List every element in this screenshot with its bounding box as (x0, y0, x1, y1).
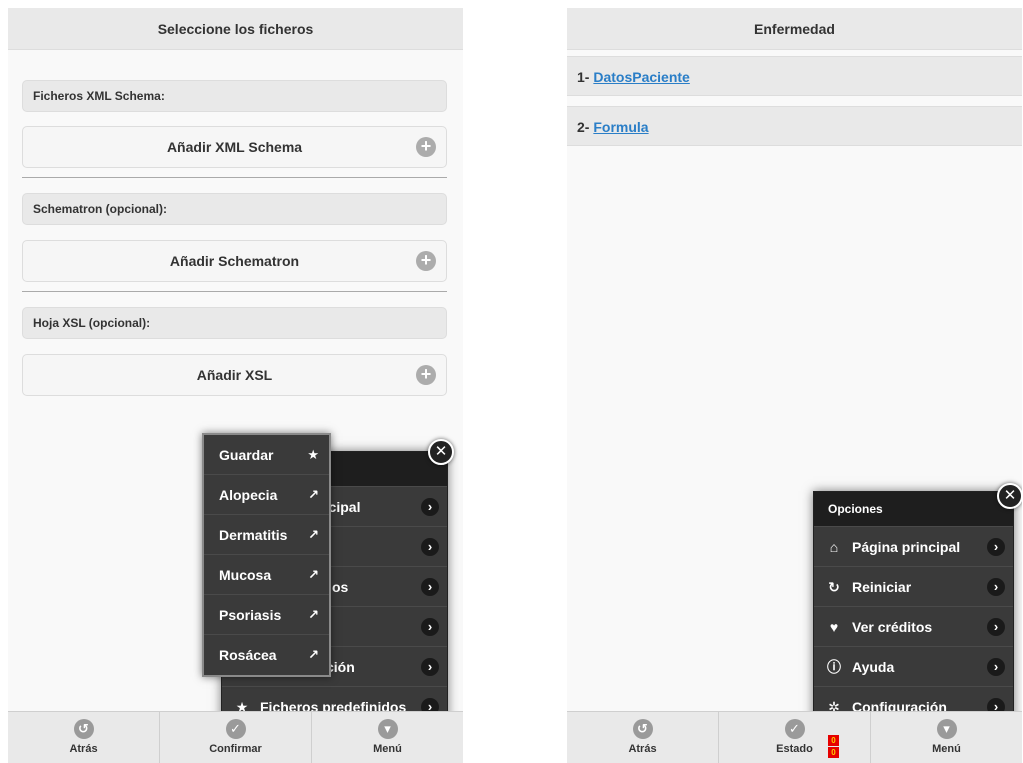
back-label: Atrás (69, 743, 98, 755)
file-selection-screen: Seleccione los ficheros Ficheros XML Sch… (8, 8, 463, 763)
confirm-label: Confirmar (209, 743, 262, 755)
popup-item-label: Rosácea (219, 647, 277, 663)
back-button[interactable]: ↺ Atrás (567, 712, 719, 763)
footer-nav: ↺ Atrás ✓ Estado 0 0 ▾ Menú (567, 711, 1022, 763)
menu-title: Opciones (814, 492, 1013, 526)
chevron-right-icon: › (987, 618, 1005, 636)
popup-item-psoriasis[interactable]: Psoriasis ↗ (204, 595, 329, 635)
chevron-right-icon: › (421, 658, 439, 676)
back-icon: ↺ (73, 719, 94, 739)
page-title: Seleccione los ficheros (8, 8, 463, 50)
chevron-right-icon: › (987, 538, 1005, 556)
menu-item-credits[interactable]: ♥ Ver créditos › (814, 606, 1013, 646)
popup-item-mucosa[interactable]: Mucosa ↗ (204, 555, 329, 595)
back-icon: ↺ (632, 719, 653, 739)
plus-icon: + (416, 365, 436, 385)
chevron-right-icon: › (421, 618, 439, 636)
external-link-icon: ↗ (308, 647, 319, 662)
predefined-files-popup: Guardar ★ Alopecia ↗ Dermatitis ↗ Mucosa… (202, 433, 331, 677)
menu-item-label: os (332, 579, 349, 595)
list-item: 2- Formula (567, 106, 1022, 146)
refresh-icon: ↻ (828, 579, 840, 595)
heart-icon: ♥ (829, 619, 839, 635)
popup-item-rosacea[interactable]: Rosácea ↗ (204, 635, 329, 675)
add-xml-schema-button[interactable]: Añadir XML Schema + (22, 126, 447, 168)
add-schematron-label: Añadir Schematron (169, 253, 300, 269)
xml-schema-label: Ficheros XML Schema: (22, 80, 447, 112)
footer-nav: ↺ Atrás ✓ Confirmar ▾ Menú (8, 711, 463, 763)
xsl-label: Hoja XSL (opcional): (22, 307, 447, 339)
external-link-icon: ↗ (308, 567, 319, 582)
add-xsl-label: Añadir XSL (196, 367, 273, 383)
plus-icon: + (416, 251, 436, 271)
popup-item-label: Psoriasis (219, 607, 282, 623)
page-title: Enfermedad (567, 8, 1022, 50)
add-xml-schema-label: Añadir XML Schema (166, 139, 303, 155)
chevron-right-icon: › (987, 578, 1005, 596)
menu-item-home[interactable]: ⌂ Página principal › (814, 526, 1013, 566)
back-button[interactable]: ↺ Atrás (8, 712, 160, 763)
home-icon: ⌂ (829, 539, 839, 555)
menu-button[interactable]: ▾ Menú (871, 712, 1022, 763)
divider (22, 177, 447, 178)
menu-arrow-icon: ▾ (377, 719, 398, 739)
popup-item-label: Alopecia (219, 487, 278, 503)
status-badge: 0 (828, 747, 839, 758)
menu-item-label: Ver créditos (852, 619, 933, 635)
formula-link[interactable]: Formula (593, 119, 648, 135)
external-link-icon: ↗ (308, 487, 319, 502)
status-button[interactable]: ✓ Estado 0 0 (719, 712, 871, 763)
popup-item-label: Guardar (219, 447, 274, 463)
add-schematron-button[interactable]: Añadir Schematron + (22, 240, 447, 282)
item-number: 2- (577, 119, 590, 135)
disease-screen: Enfermedad 1- DatosPaciente 2- Formula O… (567, 8, 1022, 763)
list-item: 1- DatosPaciente (567, 56, 1022, 96)
popup-item-label: Dermatitis (219, 527, 288, 543)
menu-item-label: Página principal (852, 539, 961, 555)
menu-item-restart[interactable]: ↻ Reiniciar › (814, 566, 1013, 606)
options-menu: Opciones ⌂ Página principal › ↻ Reinicia… (813, 491, 1014, 727)
external-link-icon: ↗ (308, 527, 319, 542)
chevron-right-icon: › (421, 538, 439, 556)
chevron-right-icon: › (421, 578, 439, 596)
menu-label: Menú (932, 743, 961, 755)
star-icon: ★ (307, 447, 319, 462)
popup-item-guardar[interactable]: Guardar ★ (204, 435, 329, 475)
menu-label: Menú (373, 743, 402, 755)
divider (22, 291, 447, 292)
chevron-right-icon: › (987, 658, 1005, 676)
menu-item-help[interactable]: ⓘ Ayuda › (814, 646, 1013, 686)
plus-icon: + (416, 137, 436, 157)
confirm-button[interactable]: ✓ Confirmar (160, 712, 312, 763)
close-menu-button[interactable]: ✕ (428, 439, 454, 465)
close-menu-button[interactable]: ✕ (997, 483, 1022, 509)
back-label: Atrás (628, 743, 657, 755)
menu-item-label: Reiniciar (852, 579, 912, 595)
status-label: Estado (776, 743, 813, 755)
check-icon: ✓ (784, 719, 805, 739)
add-xsl-button[interactable]: Añadir XSL + (22, 354, 447, 396)
popup-item-label: Mucosa (219, 567, 272, 583)
chevron-right-icon: › (421, 498, 439, 516)
popup-item-dermatitis[interactable]: Dermatitis ↗ (204, 515, 329, 555)
schematron-label: Schematron (opcional): (22, 193, 447, 225)
info-icon: ⓘ (827, 659, 841, 675)
external-link-icon: ↗ (308, 607, 319, 622)
datos-paciente-link[interactable]: DatosPaciente (593, 69, 689, 85)
item-number: 1- (577, 69, 590, 85)
check-icon: ✓ (225, 719, 246, 739)
popup-item-alopecia[interactable]: Alopecia ↗ (204, 475, 329, 515)
menu-item-label: Ayuda (852, 659, 895, 675)
status-badge: 0 (828, 735, 839, 746)
menu-arrow-icon: ▾ (936, 719, 957, 739)
menu-button[interactable]: ▾ Menú (312, 712, 463, 763)
